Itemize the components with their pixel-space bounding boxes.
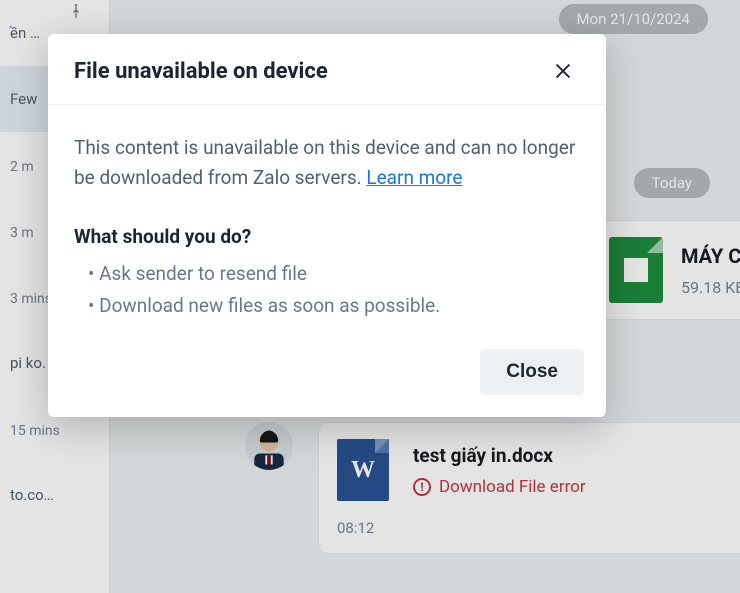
dialog-title: File unavailable on device (74, 59, 328, 84)
close-button[interactable]: Close (480, 349, 584, 395)
dialog-body-text: This content is unavailable on this devi… (74, 136, 575, 189)
close-icon[interactable] (546, 54, 580, 88)
file-unavailable-dialog: File unavailable on device This content … (48, 34, 606, 417)
dialog-body: This content is unavailable on this devi… (48, 105, 606, 331)
dialog-header: File unavailable on device (48, 34, 606, 105)
learn-more-link[interactable]: Learn more (366, 166, 462, 189)
dialog-subheading: What should you do? (74, 222, 580, 252)
dialog-footer: Close (48, 331, 606, 417)
dialog-tip: Download new files as soon as possible. (74, 290, 580, 322)
dialog-tip: Ask sender to resend file (74, 258, 580, 290)
dialog-tips-list: Ask sender to resend file Download new f… (74, 258, 580, 323)
